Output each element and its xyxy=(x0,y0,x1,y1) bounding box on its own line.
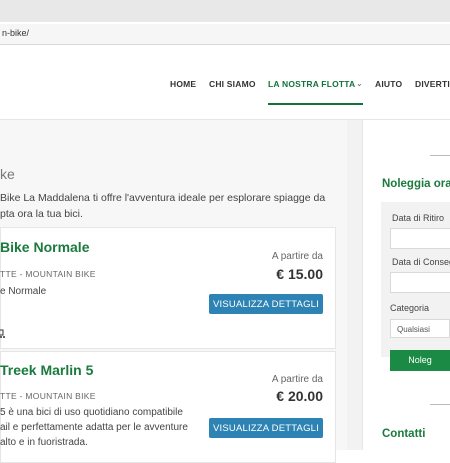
view-details-button[interactable]: VISUALIZZA DETTAGLI xyxy=(209,418,323,438)
contacts-title: Contatti xyxy=(382,428,426,440)
bike-description: 5 è una bici di uso quotidiano compatibi… xyxy=(0,405,200,450)
nav-item-aiuto[interactable]: AIUTO xyxy=(375,79,402,89)
url-text: n-bike/ xyxy=(2,28,30,38)
description-line: 5 è una bici di uso quotidiano compatibi… xyxy=(0,407,183,418)
bike-title[interactable]: Treek Marlin 5 xyxy=(0,362,93,378)
price-label: A partire da xyxy=(271,374,323,385)
nav-item-chi-siamo[interactable]: CHI SIAMO xyxy=(209,79,256,89)
view-details-button[interactable]: VISUALIZZA DETTAGLI xyxy=(209,294,323,314)
nav-item-divertimento[interactable]: DIVERTI xyxy=(415,79,450,89)
nav-item-home[interactable]: HOME xyxy=(170,79,196,89)
return-date-label: Data di Conseg xyxy=(392,257,450,267)
address-bar[interactable]: n-bike/ xyxy=(0,24,450,45)
bike-category: TTE - MOUNTAIN BIKE xyxy=(0,269,96,279)
description-line: alto e in fuoristrada. xyxy=(0,437,88,448)
sidebar-divider xyxy=(430,404,450,405)
bike-price: € 20.00 xyxy=(276,388,323,404)
intro-text: Bike La Maddalena ti offre l'avventura i… xyxy=(0,190,330,222)
category-select[interactable]: Qualsiasi xyxy=(390,319,450,338)
page-title: ke xyxy=(0,166,15,182)
rent-submit-button[interactable]: Noleg xyxy=(390,350,450,371)
pickup-date-input[interactable] xyxy=(390,228,450,249)
price-label: A partire da xyxy=(271,251,323,262)
bike-icon xyxy=(0,329,5,338)
intro-line-1: Bike La Maddalena ti offre l'avventura i… xyxy=(0,192,326,204)
chevron-down-icon[interactable]: ⌄ xyxy=(356,79,363,88)
nav-item-la-nostra-flotta[interactable]: LA NOSTRA FLOTTA xyxy=(268,79,355,89)
bike-category: TTE - MOUNTAIN BIKE xyxy=(0,391,96,401)
active-nav-underline xyxy=(268,103,363,105)
category-label: Categoria xyxy=(390,303,430,313)
rent-now-title: Noleggia ora xyxy=(382,178,450,190)
description-line: ail e perfettamente adatta per le avvent… xyxy=(0,422,188,433)
intro-line-2: pta ora la tua bici. xyxy=(0,208,83,220)
browser-tab-strip xyxy=(0,0,450,22)
bike-title[interactable]: Bike Normale xyxy=(0,239,89,255)
return-date-input[interactable] xyxy=(390,272,450,293)
bike-price: € 15.00 xyxy=(276,266,323,282)
pickup-date-label: Data di Ritiro xyxy=(392,213,445,223)
sidebar-divider xyxy=(430,155,450,156)
bike-description: e Normale xyxy=(0,286,47,297)
